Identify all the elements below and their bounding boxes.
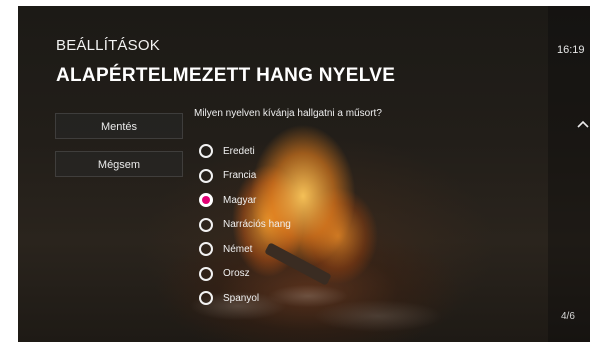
option-orosz[interactable]: Orosz	[199, 262, 291, 287]
option-magyar[interactable]: Magyar	[199, 188, 291, 213]
option-spanyol[interactable]: Spanyol	[199, 286, 291, 311]
option-label: Magyar	[223, 194, 257, 206]
radio-button[interactable]	[199, 291, 213, 306]
option-francia[interactable]: Francia	[199, 164, 291, 189]
option-label: Orosz	[223, 268, 250, 280]
option-label: Narrációs hang	[223, 219, 291, 231]
radio-button[interactable]	[199, 266, 213, 281]
radio-button[interactable]	[199, 144, 213, 159]
radio-button[interactable]	[199, 168, 213, 183]
save-button[interactable]: Mentés	[55, 113, 183, 139]
clock: 16:19	[557, 44, 585, 56]
radio-button[interactable]	[199, 217, 213, 232]
cancel-button[interactable]: Mégsem	[55, 151, 183, 177]
section-title: BEÁLLÍTÁSOK	[56, 37, 160, 54]
radio-button[interactable]	[199, 242, 213, 257]
page-title: ALAPÉRTELMEZETT HANG NYELVE	[56, 65, 396, 86]
option-label: Német	[223, 243, 253, 255]
page-indicator: 4/6	[561, 311, 575, 322]
option-eredeti[interactable]: Eredeti	[199, 139, 291, 164]
option-label: Francia	[223, 170, 257, 182]
option-nemet[interactable]: Német	[199, 237, 291, 262]
option-narracios-hang[interactable]: Narrációs hang	[199, 213, 291, 238]
option-label: Spanyol	[223, 292, 260, 304]
radio-button-selected[interactable]	[199, 193, 213, 208]
language-options: Eredeti Francia Magyar Narrációs hang Né…	[199, 139, 291, 311]
side-panel	[548, 6, 590, 342]
tv-screen: BEÁLLÍTÁSOK ALAPÉRTELMEZETT HANG NYELVE …	[18, 6, 590, 342]
option-label: Eredeti	[223, 145, 255, 157]
chevron-up-icon[interactable]	[577, 119, 589, 129]
question-label: Milyen nyelven kívánja hallgatni a műsor…	[194, 108, 382, 119]
